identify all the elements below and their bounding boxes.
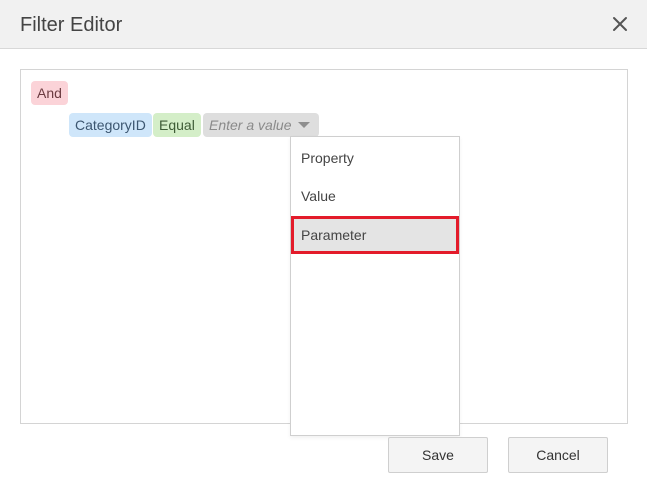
close-icon [613, 17, 627, 31]
dialog-title: Filter Editor [20, 14, 123, 36]
dropdown-item-value[interactable]: Value [291, 177, 459, 215]
value-placeholder: Enter a value [209, 117, 292, 133]
save-button[interactable]: Save [388, 437, 488, 473]
cancel-button[interactable]: Cancel [508, 437, 608, 473]
condition-value-chip[interactable]: Enter a value [203, 113, 319, 137]
chevron-down-icon[interactable] [298, 122, 310, 128]
value-type-dropdown: Property Value Parameter [290, 136, 460, 436]
dropdown-item-property[interactable]: Property [291, 139, 459, 177]
group-operator-chip[interactable]: And [31, 81, 68, 105]
close-button[interactable] [611, 15, 629, 33]
condition-property-chip[interactable]: CategoryID [69, 113, 152, 137]
dialog-header: Filter Editor [0, 0, 647, 49]
dropdown-item-parameter[interactable]: Parameter [291, 216, 459, 254]
filter-editor-dialog: Filter Editor And CategoryID Equal Enter… [0, 0, 647, 497]
condition-operator-chip[interactable]: Equal [153, 113, 201, 137]
